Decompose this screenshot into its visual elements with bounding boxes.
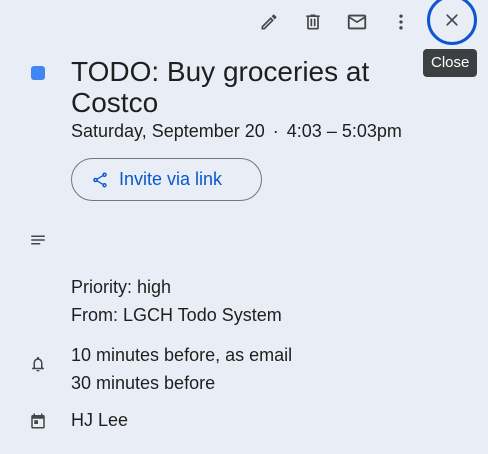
date-time-separator: · bbox=[272, 121, 279, 141]
trash-icon bbox=[306, 14, 320, 30]
description-line: From: LGCH Todo System bbox=[71, 305, 282, 325]
event-details-card: Close TODO: Buy groceries at Costco Satu… bbox=[0, 0, 488, 454]
envelope-icon bbox=[347, 14, 367, 30]
notification-item: 10 minutes before, as email bbox=[71, 345, 293, 365]
event-time: 4:03 – 5:03pm bbox=[286, 121, 402, 141]
delete-button[interactable] bbox=[295, 4, 331, 40]
invite-via-link-label: Invite via link bbox=[119, 169, 223, 189]
share-icon bbox=[93, 171, 107, 187]
event-date: Saturday, September 20 bbox=[71, 121, 265, 141]
close-tooltip: Close bbox=[423, 49, 478, 77]
pencil-icon bbox=[261, 14, 277, 30]
event-date-time: Saturday, September 20 · 4:03 – 5:03pm bbox=[71, 120, 402, 142]
notification-item: 30 minutes before bbox=[71, 373, 216, 393]
calendar-owner: HJ Lee bbox=[71, 410, 129, 430]
calendar-icon bbox=[28, 411, 48, 431]
invite-via-link-button[interactable]: Invite via link bbox=[71, 158, 262, 201]
description-line: Priority: high bbox=[71, 277, 172, 297]
more-vertical-icon bbox=[399, 14, 403, 30]
more-options-button[interactable] bbox=[383, 4, 419, 40]
edit-button[interactable] bbox=[251, 4, 287, 40]
close-button[interactable] bbox=[427, 0, 477, 45]
description-lines-icon bbox=[28, 230, 48, 250]
event-color-indicator bbox=[31, 66, 45, 80]
close-icon bbox=[446, 14, 458, 26]
event-title: TODO: Buy groceries at Costco bbox=[71, 56, 370, 118]
email-guests-button[interactable] bbox=[339, 4, 375, 40]
bell-icon bbox=[28, 354, 48, 374]
